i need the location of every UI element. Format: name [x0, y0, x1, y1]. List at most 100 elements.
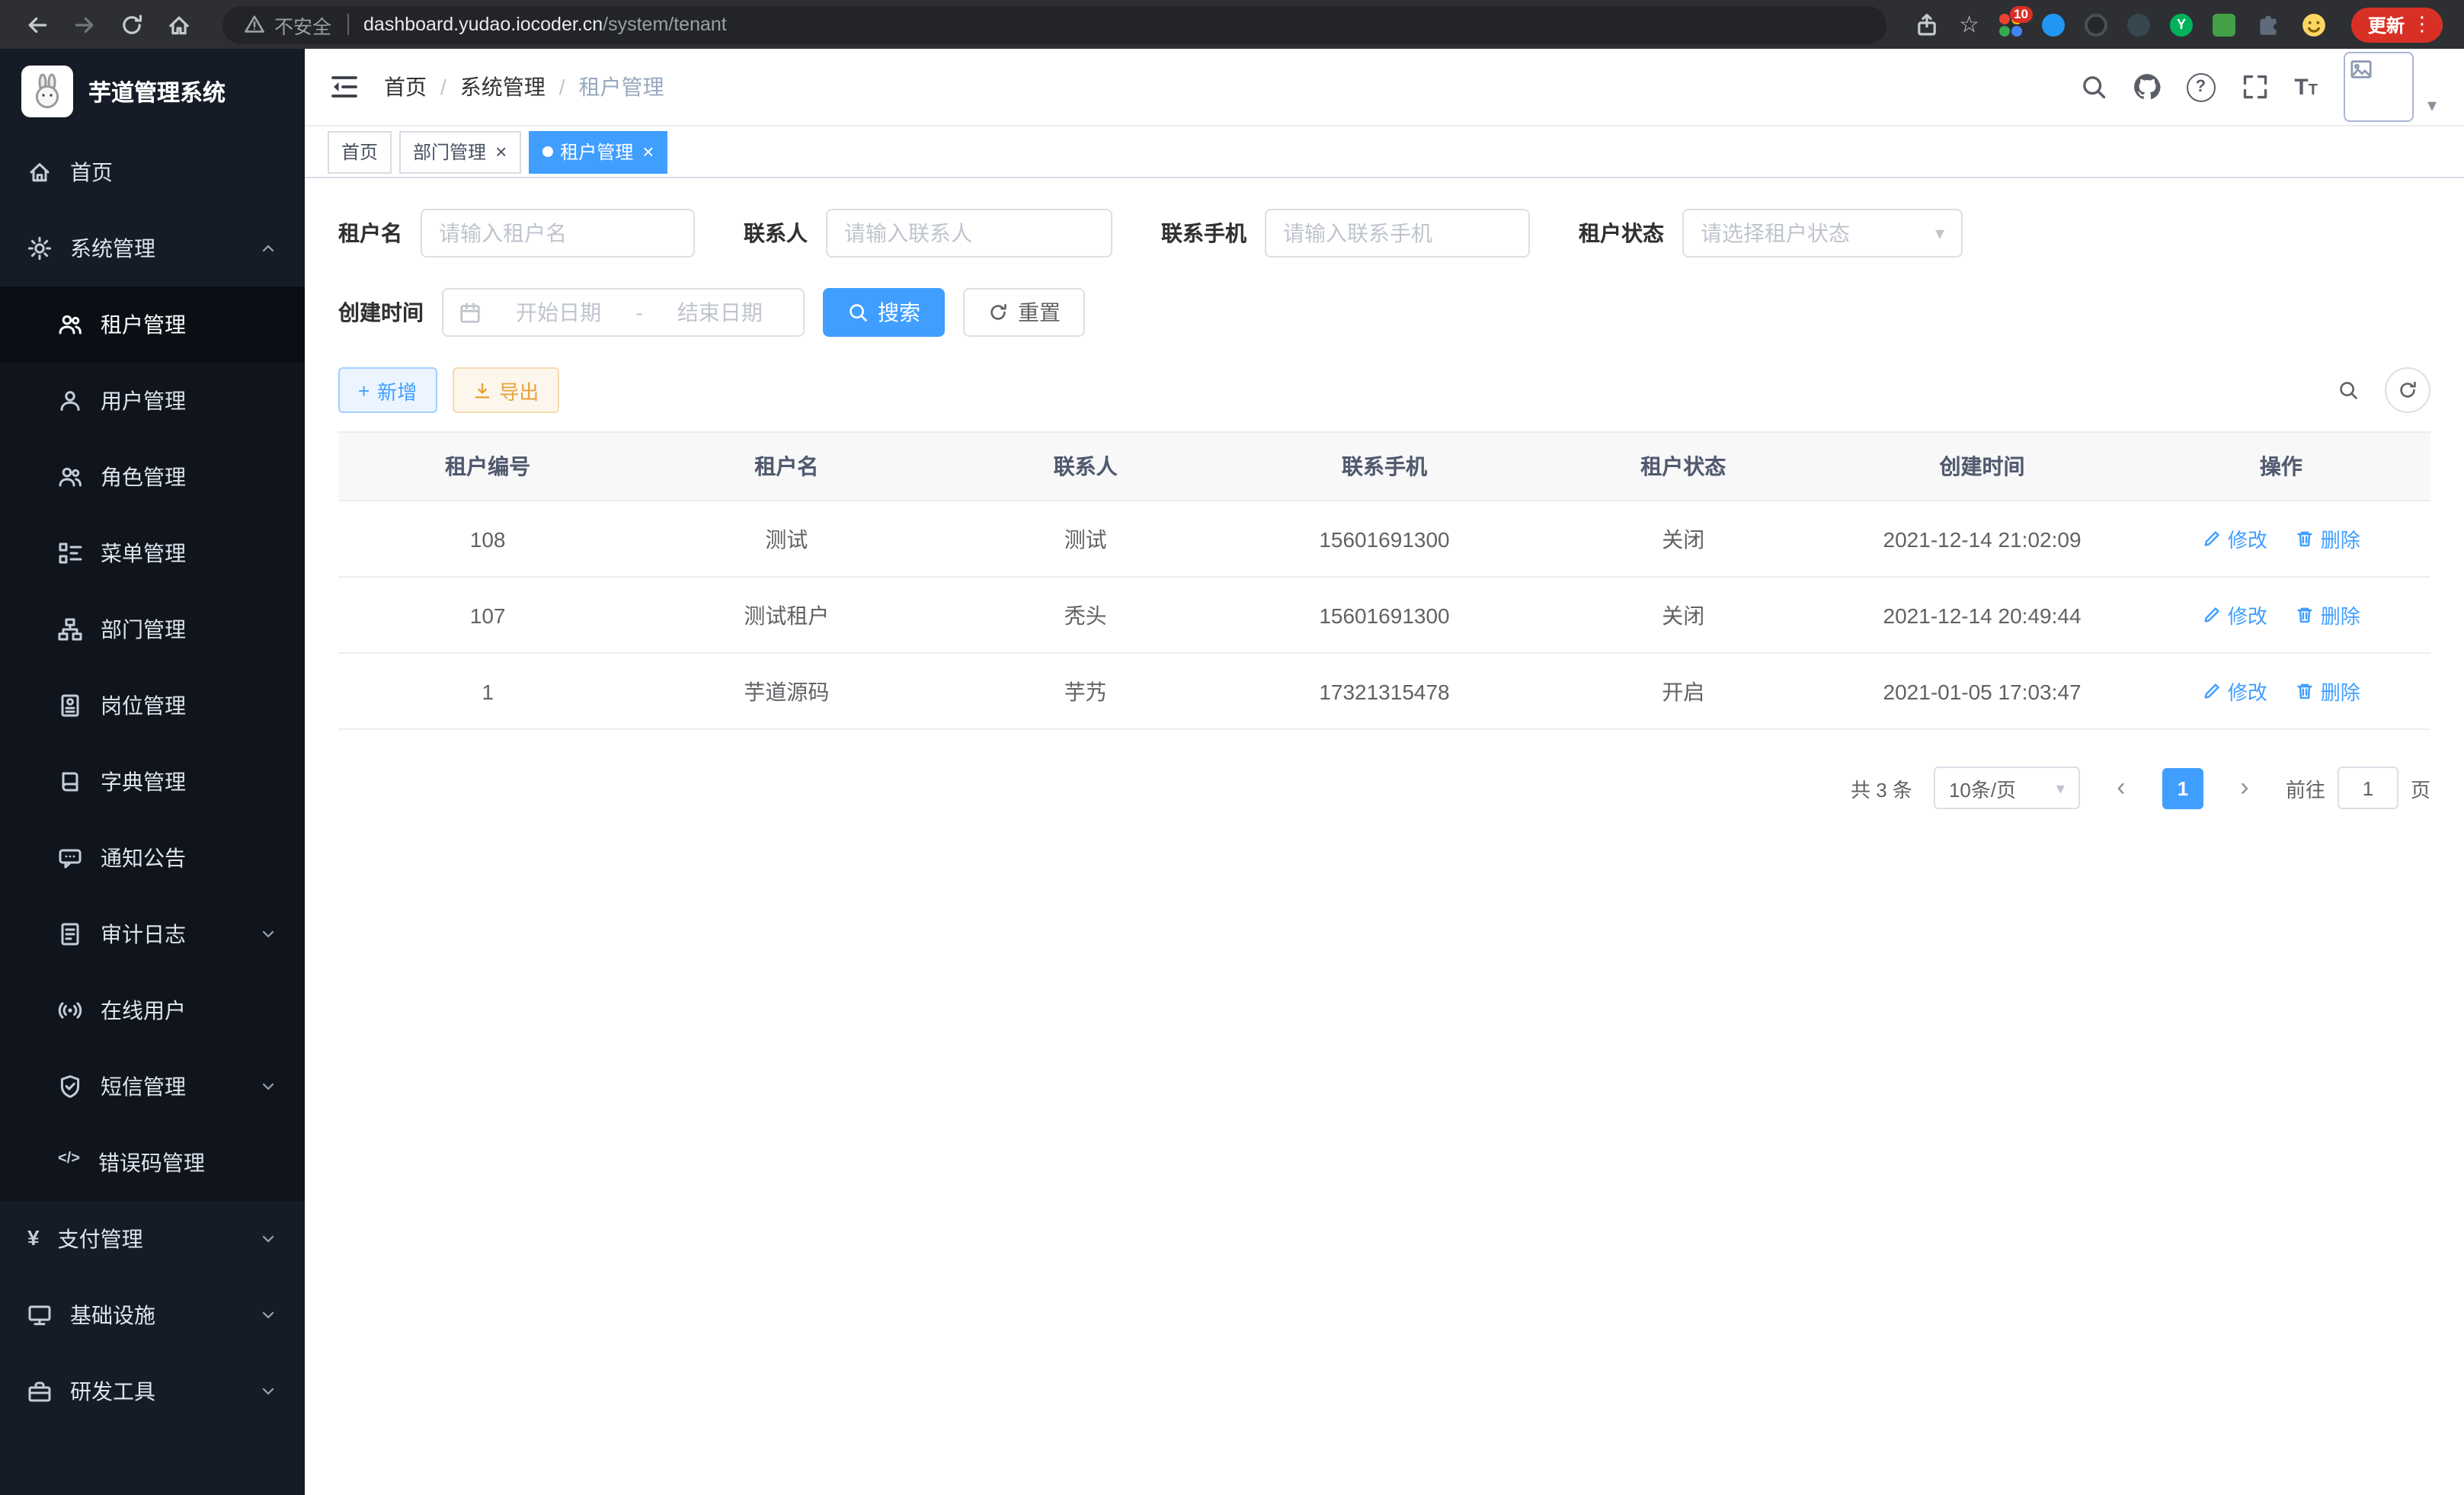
pagination: 共 3 条 10条/页 ▾ ‹ 1 › 前往 页 [338, 767, 2430, 809]
browser-menu-icon[interactable]: ⋮ [2412, 12, 2432, 37]
edit-label: 修改 [2228, 524, 2267, 553]
sidebar-item-label: 岗位管理 [101, 690, 186, 721]
extension-green-icon[interactable] [2213, 13, 2235, 36]
breadcrumb-home[interactable]: 首页 [384, 72, 427, 102]
edit-label: 修改 [2228, 600, 2267, 629]
search-icon [2338, 379, 2359, 401]
date-range-picker[interactable]: 开始日期 - 结束日期 [442, 288, 805, 337]
next-page-button[interactable]: › [2225, 767, 2264, 809]
tab-tenant[interactable]: 租户管理 × [528, 130, 667, 173]
tabs-bar: 首页 部门管理 × 租户管理 × [305, 126, 2464, 178]
document-icon [58, 922, 82, 946]
sidebar-toggle-icon[interactable] [329, 72, 360, 102]
extension-dark-icon[interactable] [2127, 13, 2150, 36]
calendar-icon [459, 301, 482, 324]
sidebar-item-sms[interactable]: 短信管理 [0, 1048, 305, 1125]
sidebar-item-notice[interactable]: 通知公告 [0, 820, 305, 896]
edit-link[interactable]: 修改 [2202, 524, 2267, 553]
sidebar-item-role[interactable]: 角色管理 [0, 439, 305, 515]
browser-home-icon[interactable] [166, 11, 192, 37]
col-tenant-id: 租户编号 [338, 432, 637, 501]
add-button[interactable]: + 新增 [338, 367, 437, 413]
github-icon[interactable] [2133, 73, 2160, 101]
sidebar-item-post[interactable]: 岗位管理 [0, 667, 305, 744]
sidebar-item-dept[interactable]: 部门管理 [0, 591, 305, 667]
prev-page-button[interactable]: ‹ [2101, 767, 2141, 809]
sidebar-item-label: 用户管理 [101, 386, 186, 416]
extension-palette-icon[interactable]: 10 [1999, 13, 2022, 36]
back-icon[interactable] [24, 11, 50, 37]
delete-link[interactable]: 删除 [2295, 677, 2360, 706]
current-page-button[interactable]: 1 [2162, 767, 2203, 808]
help-icon[interactable]: ? [2186, 72, 2215, 101]
cell-phone: 15601691300 [1235, 501, 1534, 577]
fullscreen-icon[interactable] [2241, 73, 2268, 101]
refresh-table-button[interactable] [2385, 367, 2430, 413]
url-bar[interactable]: 不安全 dashboard.yudao.iocoder.cn/system/te… [222, 5, 1886, 43]
status-label: 租户状态 [1579, 218, 1664, 248]
share-icon[interactable] [1913, 11, 1939, 37]
browser-update-button[interactable]: 更新 ⋮ [2351, 7, 2443, 42]
sidebar-item-online-user[interactable]: 在线用户 [0, 972, 305, 1048]
create-time-label: 创建时间 [338, 297, 424, 328]
cell-id: 108 [338, 501, 637, 577]
sidebar-item-tenant[interactable]: 租户管理 [0, 287, 305, 363]
breadcrumb: 首页 / 系统管理 / 租户管理 [384, 72, 664, 102]
sidebar-item-dict[interactable]: 字典管理 [0, 744, 305, 820]
sidebar-item-home[interactable]: 首页 [0, 134, 305, 210]
avatar[interactable] [2344, 52, 2414, 122]
search-button[interactable]: 搜索 [823, 288, 945, 337]
sidebar-item-dev-tools[interactable]: 研发工具 [0, 1353, 305, 1429]
table-header-row: 租户编号 租户名 联系人 联系手机 租户状态 创建时间 操作 [338, 432, 2430, 501]
phone-input[interactable] [1265, 209, 1530, 258]
cell-actions: 修改 删除 [2132, 501, 2430, 577]
font-size-icon[interactable]: TT [2294, 75, 2318, 98]
delete-link[interactable]: 删除 [2295, 600, 2360, 629]
extension-blue-icon[interactable] [2042, 13, 2065, 36]
delete-link[interactable]: 删除 [2295, 524, 2360, 553]
close-icon[interactable]: × [495, 142, 507, 162]
app-logo[interactable]: 芋道管理系统 [0, 49, 305, 134]
plus-icon: + [358, 379, 370, 402]
sidebar-item-menu[interactable]: 菜单管理 [0, 515, 305, 591]
edit-link[interactable]: 修改 [2202, 600, 2267, 629]
sidebar-item-user[interactable]: 用户管理 [0, 363, 305, 439]
tab-home[interactable]: 首页 [328, 130, 392, 173]
sidebar-item-label: 首页 [70, 157, 113, 187]
trash-icon [2295, 605, 2315, 625]
avatar-caret-icon[interactable]: ▾ [2427, 94, 2437, 116]
export-button[interactable]: 导出 [452, 367, 558, 413]
tab-dept[interactable]: 部门管理 × [399, 130, 520, 173]
breadcrumb-section[interactable]: 系统管理 [460, 72, 546, 102]
close-icon[interactable]: × [642, 142, 654, 162]
edit-link[interactable]: 修改 [2202, 677, 2267, 706]
sidebar-item-pay[interactable]: ¥ 支付管理 [0, 1201, 305, 1277]
search-icon[interactable] [2079, 73, 2107, 101]
page-size-select[interactable]: 10条/页 ▾ [1934, 767, 2080, 809]
reset-button[interactable]: 重置 [963, 288, 1085, 337]
bookmark-star-icon[interactable]: ☆ [1959, 11, 1979, 37]
cell-name: 测试 [637, 501, 936, 577]
sidebar-item-label: 系统管理 [70, 233, 155, 264]
sidebar-item-audit-log[interactable]: 审计日志 [0, 896, 305, 972]
gear-icon [27, 236, 52, 261]
forward-icon[interactable] [72, 11, 98, 37]
status-select[interactable]: 请选择租户状态 ▾ [1682, 209, 1963, 258]
signal-icon [58, 998, 82, 1023]
goto-page-input[interactable] [2338, 767, 2398, 809]
sidebar-item-infra[interactable]: 基础设施 [0, 1277, 305, 1353]
contact-input[interactable] [826, 209, 1112, 258]
extensions-puzzle-icon[interactable] [2255, 11, 2281, 37]
extension-aperture-icon[interactable] [2085, 13, 2107, 36]
status-select-placeholder: 请选择租户状态 [1701, 218, 1850, 248]
sidebar-item-system[interactable]: 系统管理 [0, 210, 305, 287]
extension-y-icon[interactable]: Y [2170, 13, 2193, 36]
toggle-search-button[interactable] [2327, 369, 2370, 411]
refresh-icon [987, 302, 1009, 323]
sidebar-item-error-code[interactable]: </> 错误码管理 [0, 1125, 305, 1201]
profile-avatar-icon[interactable] [2301, 11, 2327, 37]
user-icon [58, 389, 82, 413]
reload-icon[interactable] [119, 11, 145, 37]
goto-label: 前往 [2286, 773, 2325, 802]
tenant-name-input[interactable] [421, 209, 695, 258]
